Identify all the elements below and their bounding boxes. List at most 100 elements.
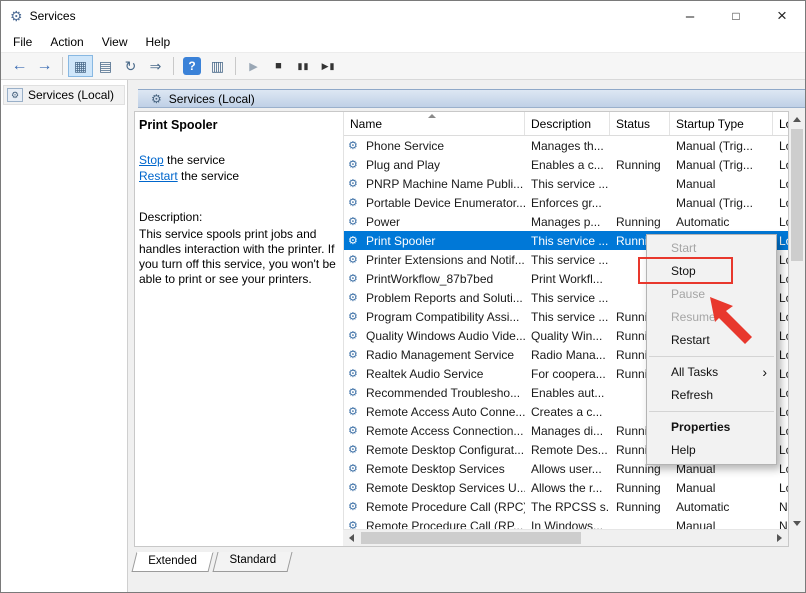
annotation-stop-highlight-box [638,257,733,284]
service-description: Quality Win... [531,328,603,343]
service-description: For coopera... [531,366,606,381]
service-startup-type: Automatic [676,499,730,514]
back-icon[interactable]: ← [7,55,32,77]
console-tree-panel: ⚙ Services (Local) [1,80,128,592]
restart-service-link[interactable]: Restart [139,169,178,183]
submenu-arrow-icon: › [762,364,767,380]
service-name: Plug and Play [366,157,441,172]
scroll-left-button[interactable] [343,530,360,546]
service-startup-type: Manual [676,176,716,191]
table-row[interactable]: ⚙ Portable Device Enumerator... Enforces… [344,193,788,212]
table-row[interactable]: ⚙ Power Manages p... Running Automatic L… [344,212,788,231]
scroll-right-button[interactable] [771,530,788,546]
maximize-button[interactable]: □ [713,1,759,31]
table-row[interactable]: ⚙ Remote Procedure Call (RP... In Window… [344,516,788,530]
action-pane-icon[interactable]: ▥ [205,55,230,77]
context-menu-item[interactable] [647,407,776,416]
tab-standard[interactable]: Standard [212,552,292,572]
show-console-tree-icon[interactable]: ▦ [68,55,93,77]
table-row[interactable]: ⚙ Plug and Play Enables a c... Running M… [344,155,788,174]
forward-icon[interactable]: → [32,55,57,77]
toolbar-separator [173,57,174,75]
menu-help[interactable]: Help [137,32,180,52]
scroll-up-button[interactable] [789,111,805,128]
restart-service-icon[interactable]: ▶▮ [316,55,341,77]
service-description: Enables aut... [531,385,605,400]
vertical-scrollbar[interactable] [789,111,805,532]
column-header-startup-type[interactable]: Startup Type [670,112,773,135]
context-menu-item-label: Refresh [671,388,714,402]
table-row[interactable]: ⚙ PNRP Machine Name Publi... This servic… [344,174,788,193]
start-service-icon[interactable]: ▶ [241,55,266,77]
service-startup-type: Manual (Trig... [676,157,753,172]
description-text: This service spools print jobs and handl… [139,227,336,286]
service-name: Realtek Audio Service [366,366,484,381]
selected-service-title: Print Spooler [139,118,218,132]
export-list-icon[interactable]: ⇒ [143,55,168,77]
close-button[interactable]: × [759,1,805,31]
service-name: Radio Management Service [366,347,515,362]
stop-service-line: Stop the service [139,152,337,168]
stop-service-icon[interactable]: ■ [266,55,291,77]
service-description: Manages di... [531,423,604,438]
tab-extended[interactable]: Extended [131,552,214,572]
stop-service-link[interactable]: Stop [139,153,164,167]
refresh-icon[interactable]: ↻ [118,55,143,77]
context-menu-item[interactable]: Refresh [647,384,776,407]
table-row[interactable]: ⚙ Remote Desktop Services U... Allows th… [344,478,788,497]
title-bar[interactable]: ⚙ Services – □ × [1,1,805,31]
toolbar-separator [235,57,236,75]
service-gear-icon: ⚙ [348,178,358,190]
scroll-down-button[interactable] [789,515,805,532]
context-menu-item-label: Start [671,241,697,255]
service-startup-type: Manual [676,480,716,495]
service-log-on-as: Net... [779,499,788,514]
table-row[interactable]: ⚙ Phone Service Manages th... Manual (Tr… [344,136,788,155]
extended-detail-pane: Print Spooler Stop the service Restart t… [135,112,343,529]
service-action-links: Stop the service Restart the service [139,152,337,184]
service-name: Recommended Troublesho... [366,385,521,400]
service-gear-icon: ⚙ [348,406,358,418]
menu-action[interactable]: Action [41,32,92,52]
service-name: Remote Procedure Call (RP... [366,518,524,530]
service-description: Creates a c... [531,404,603,419]
column-header-status[interactable]: Status [610,112,670,135]
service-name: Problem Reports and Soluti... [366,290,523,305]
service-log-on-as: Loc... [779,195,788,210]
scroll-right-icon [777,534,782,542]
service-startup-type: Automatic [676,214,730,229]
context-menu-item[interactable]: Properties [647,416,776,439]
service-gear-icon: ⚙ [348,444,358,456]
help-icon[interactable]: ? [183,57,201,75]
properties-icon[interactable]: ▤ [93,55,118,77]
scroll-down-icon [793,521,801,526]
service-description: This service ... [531,176,609,191]
context-menu-item[interactable]: Help [647,439,776,462]
annotation-arrow-icon [710,297,752,344]
list-header: Name Description Status Startup Type Log… [344,112,788,136]
menu-file[interactable]: File [4,32,41,52]
horizontal-scrollbar[interactable] [343,529,788,546]
vertical-scrollbar-thumb[interactable] [791,129,803,261]
service-name: Program Compatibility Assi... [366,309,520,324]
minimize-button[interactable]: – [667,1,713,31]
services-window: ⚙ Services – □ × File Action View Help ←… [0,0,806,593]
service-gear-icon: ⚙ [348,197,358,209]
tree-item-services-local[interactable]: ⚙ Services (Local) [3,85,125,105]
service-log-on-as: Loc... [779,138,788,153]
service-startup-type: Manual (Trig... [676,138,753,153]
table-row[interactable]: ⚙ Remote Procedure Call (RPC) The RPCSS … [344,497,788,516]
menu-view[interactable]: View [93,32,137,52]
horizontal-scrollbar-thumb[interactable] [361,532,581,544]
context-menu-item[interactable] [647,352,776,361]
column-header-log-on-as[interactable]: Log On As [773,112,788,135]
restart-service-suffix: the service [177,169,240,183]
service-gear-icon: ⚙ [348,425,358,437]
service-gear-icon: ⚙ [348,292,358,304]
pause-service-icon[interactable]: ▮▮ [291,55,316,77]
context-menu-item[interactable]: All Tasks › [647,361,776,384]
service-status: Running [616,214,661,229]
column-header-description[interactable]: Description [525,112,610,135]
service-description: Allows user... [531,461,602,476]
service-gear-icon: ⚙ [348,216,358,228]
